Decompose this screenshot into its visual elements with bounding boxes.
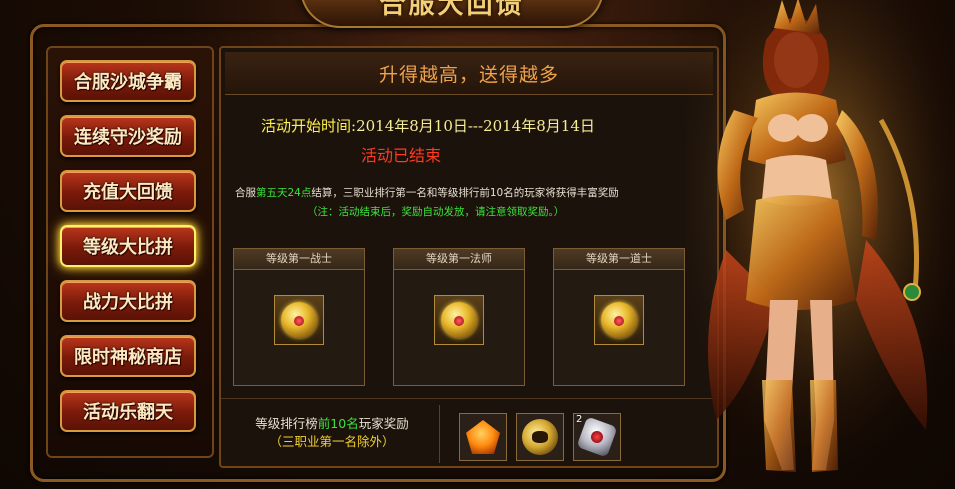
golden-relic-icon xyxy=(522,419,558,455)
gem-icon xyxy=(466,420,500,454)
top10-prefix: 等级排行榜 xyxy=(255,416,318,431)
desc-prefix: 合服 xyxy=(235,187,256,199)
reward-item-slot[interactable] xyxy=(594,295,644,345)
reward-slot-gem[interactable] xyxy=(459,413,507,461)
medal-icon xyxy=(601,302,637,338)
reward-card-taoist: 等级第一道士 xyxy=(553,248,685,386)
time-value: 2014年8月10日---2014年8月14日 xyxy=(356,117,595,135)
top10-reward-text: 等级排行榜前10名玩家奖励 （三职业第一名除外） xyxy=(229,415,435,451)
sidebar-item-level-rank[interactable]: 等级大比拼 xyxy=(60,225,196,267)
sidebar-item-shacheng[interactable]: 合服沙城争霸 xyxy=(60,60,196,102)
reward-item-slot[interactable] xyxy=(274,295,324,345)
reward-card-warrior: 等级第一战士 xyxy=(233,248,365,386)
top10-highlight: 前10名 xyxy=(317,416,359,431)
top10-exclusion: （三职业第一名除外） xyxy=(269,434,395,449)
top10-suffix: 玩家奖励 xyxy=(358,416,409,431)
time-label: 活动开始时间: xyxy=(261,117,357,135)
medal-icon xyxy=(441,302,477,338)
item-count: 2 xyxy=(576,414,583,425)
description: 合服第五天24点结算，三职业排行第一名和等级排行前10名的玩家将获得丰富奖励 xyxy=(235,185,705,200)
divider xyxy=(439,405,440,463)
note-text: （注：活动结束后，奖励自动发放，请注意领取奖励。） xyxy=(307,206,565,218)
desc-highlight: 第五天24点 xyxy=(256,187,312,199)
reward-slot-medal[interactable] xyxy=(516,413,564,461)
reward-card-mage: 等级第一法师 xyxy=(393,248,525,386)
slogan: 升得越高，送得越多 xyxy=(225,52,713,95)
activity-time: 活动开始时间:2014年8月10日---2014年8月14日 xyxy=(261,115,595,136)
sidebar-item-fun[interactable]: 活动乐翻天 xyxy=(60,390,196,432)
card-title: 等级第一道士 xyxy=(554,249,684,270)
card-title: 等级第一战士 xyxy=(234,249,364,270)
reward-slot-stone[interactable]: 2 xyxy=(573,413,621,461)
status-text: 活动已结束 xyxy=(361,146,442,165)
sidebar-item-shousha[interactable]: 连续守沙奖励 xyxy=(60,115,196,157)
reward-item-slot[interactable] xyxy=(434,295,484,345)
banner-title: 合服大回馈 xyxy=(379,0,525,20)
sidebar-item-recharge[interactable]: 充值大回馈 xyxy=(60,170,196,212)
character-illustration xyxy=(686,0,955,489)
desc-suffix: 结算，三职业排行第一名和等级排行前10名的玩家将获得丰富奖励 xyxy=(311,187,619,199)
medal-icon xyxy=(281,302,317,338)
title-banner: 合服大回馈 xyxy=(300,0,604,28)
sidebar-item-mystery-shop[interactable]: 限时神秘商店 xyxy=(60,335,196,377)
top10-reward-area: 等级排行榜前10名玩家奖励 （三职业第一名除外） 2 xyxy=(221,398,717,467)
activity-sidebar: 合服沙城争霸 连续守沙奖励 充值大回馈 等级大比拼 战力大比拼 限时神秘商店 活… xyxy=(46,46,214,458)
stone-icon xyxy=(576,416,618,458)
sidebar-item-power-rank[interactable]: 战力大比拼 xyxy=(60,280,196,322)
card-title: 等级第一法师 xyxy=(394,249,524,270)
activity-panel: 升得越高，送得越多 活动开始时间:2014年8月10日---2014年8月14日… xyxy=(219,46,719,468)
